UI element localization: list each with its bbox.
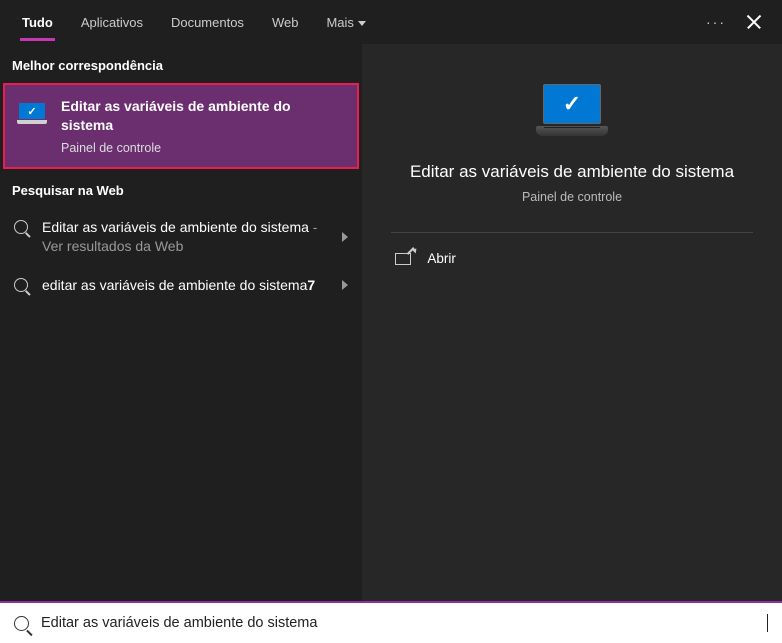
chevron-right-icon [342,232,348,242]
best-match-header: Melhor correspondência [0,44,362,83]
results-panel: Melhor correspondência Editar as variáve… [0,44,362,601]
tab-all[interactable]: Tudo [8,3,67,41]
preview-title: Editar as variáveis de ambiente do siste… [390,162,754,182]
best-match-subtitle: Painel de controle [61,141,343,155]
web-result[interactable]: editar as variáveis de ambiente do siste… [0,266,362,305]
web-search-header: Pesquisar na Web [0,169,362,208]
close-icon[interactable] [746,14,762,30]
web-result-text: editar as variáveis de ambiente do siste… [42,276,328,295]
open-icon [395,253,411,265]
search-icon [14,616,29,631]
tab-apps[interactable]: Aplicativos [67,3,157,41]
search-icon [14,278,28,292]
search-input[interactable]: Editar as variáveis de ambiente do siste… [41,615,768,631]
chevron-right-icon [342,280,348,290]
chevron-down-icon [358,21,366,26]
open-action[interactable]: Abrir [391,233,752,284]
tab-web[interactable]: Web [258,3,313,41]
best-match-title: Editar as variáveis de ambiente do siste… [61,97,343,135]
search-bar[interactable]: Editar as variáveis de ambiente do siste… [0,601,782,643]
more-options-icon[interactable]: ··· [706,14,726,30]
preview-subtitle: Painel de controle [522,190,622,204]
tab-docs[interactable]: Documentos [157,3,258,41]
text-cursor [767,614,768,632]
system-settings-icon [19,103,47,125]
tab-more[interactable]: Mais [312,3,379,41]
web-result[interactable]: Editar as variáveis de ambiente do siste… [0,208,362,266]
preview-panel: Editar as variáveis de ambiente do siste… [362,44,782,601]
open-label: Abrir [427,251,456,266]
search-icon [14,220,28,234]
web-result-text: Editar as variáveis de ambiente do siste… [42,218,328,256]
best-match-result[interactable]: Editar as variáveis de ambiente do siste… [3,83,359,169]
tab-more-label: Mais [326,15,353,30]
system-settings-icon [536,84,608,140]
